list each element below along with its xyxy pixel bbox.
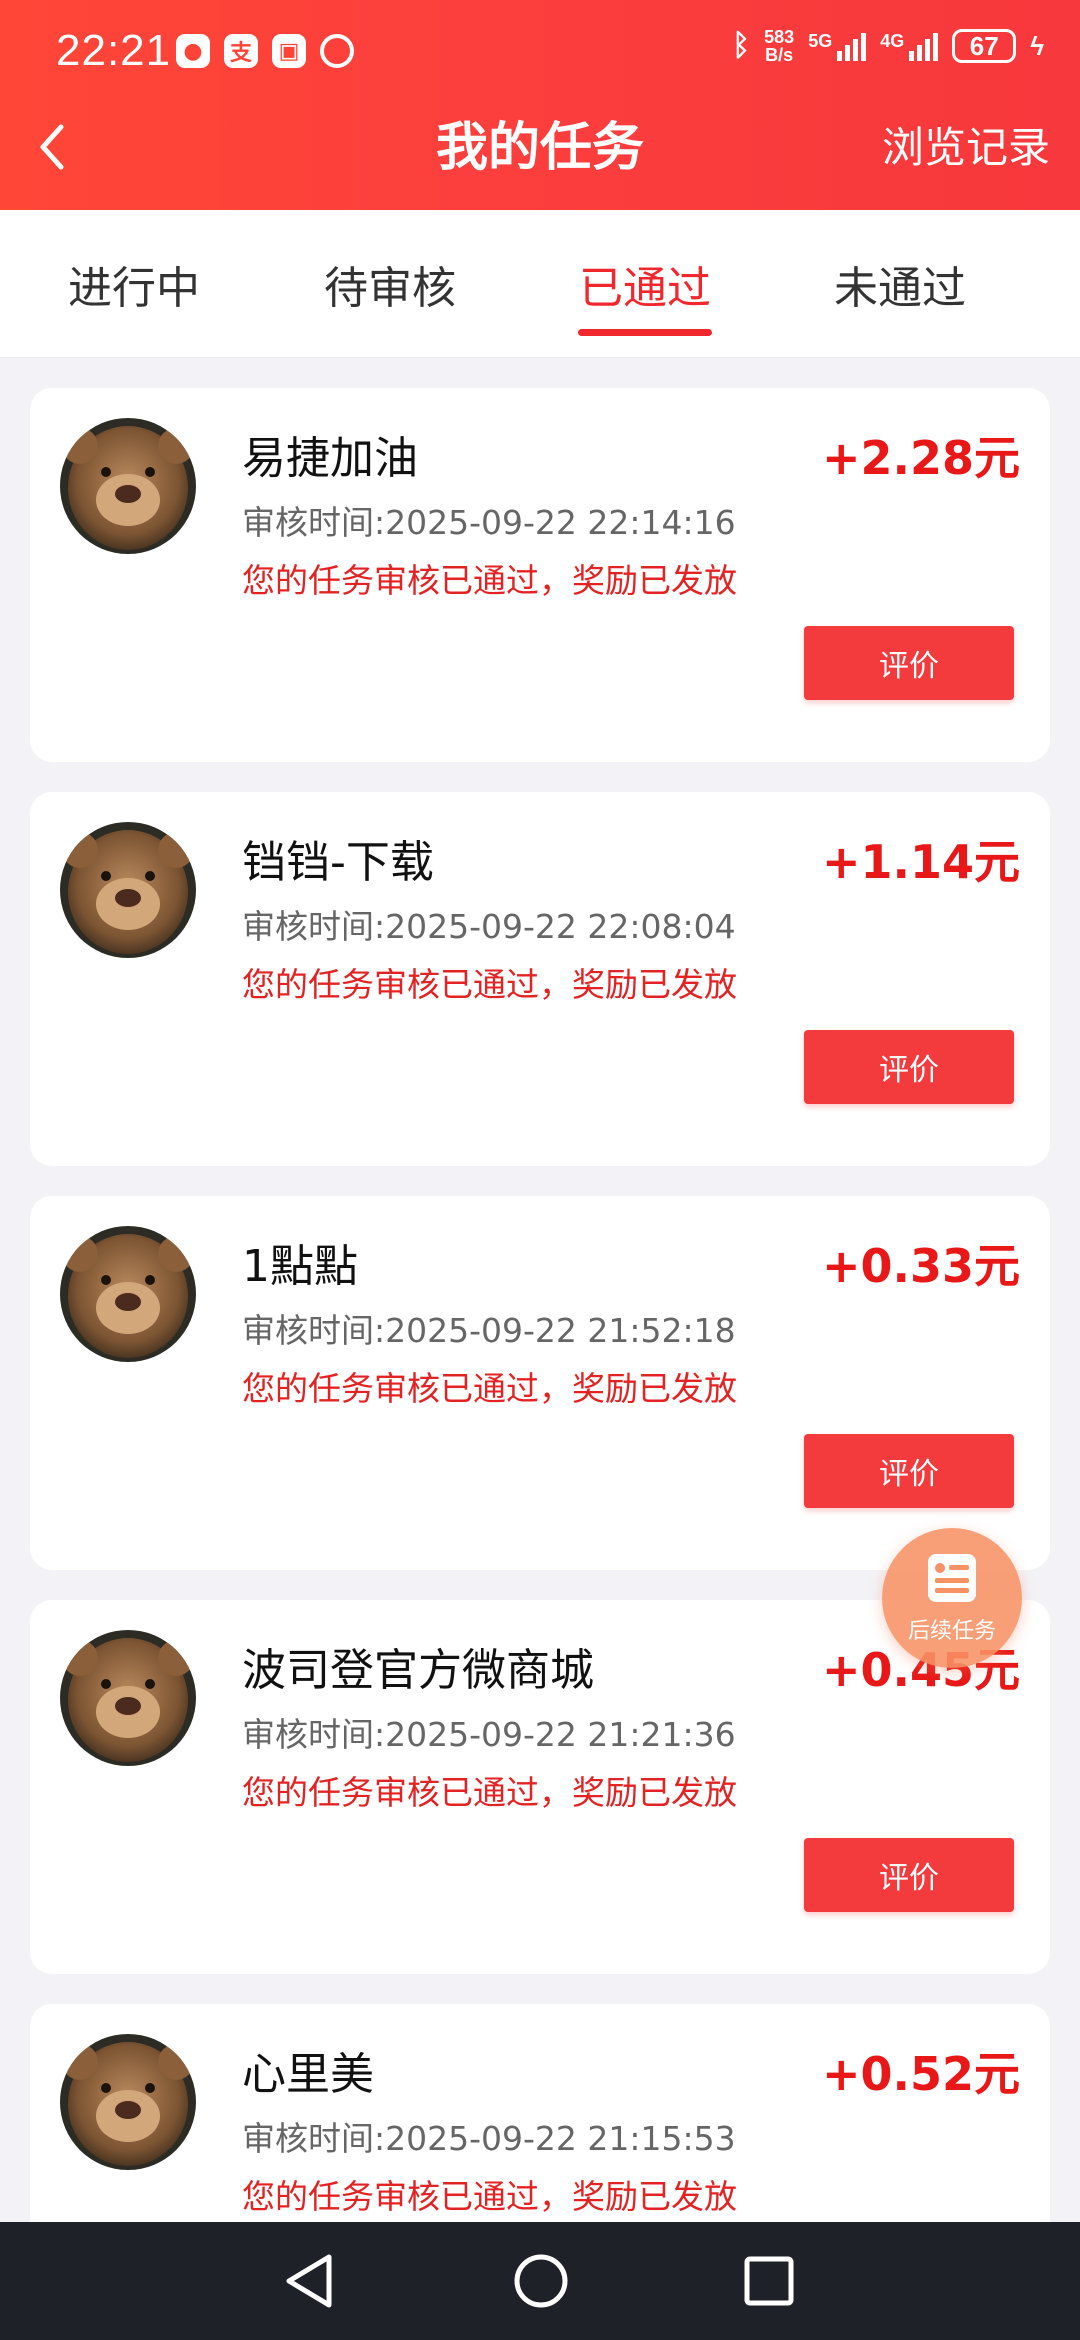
status-message: 您的任务审核已通过，奖励已发放 [242,2177,737,2216]
nav-home-button[interactable] [506,2246,576,2316]
history-button[interactable]: 浏览记录 [882,96,1050,200]
avatar [60,822,196,958]
task-card[interactable]: 波司登官方微商城 +0.45元 审核时间:2025-09-22 21:21:36… [30,1600,1050,1974]
status-right: ᛒ 583 B/s 5G 4G 67 ϟ [732,28,1044,64]
review-time: 审核时间:2025-09-22 21:15:53 [242,2119,736,2158]
reward-amount: +2.28元 [821,431,1020,485]
status-time: 22:21 [56,26,172,75]
briefcase-icon: ▣ [272,34,306,68]
tab-pending-review[interactable]: 待审核 [262,210,518,358]
reward-amount: +0.52元 [821,2047,1020,2101]
status-message: 您的任务审核已通过，奖励已发放 [242,1773,737,1812]
battery-icon: 67 [952,29,1017,63]
task-name: 铛铛-下载 [242,837,434,888]
task-name: 1點點 [242,1241,358,1292]
nav-recents-button[interactable] [734,2246,804,2316]
avatar [60,418,196,554]
list-card-icon [928,1554,976,1602]
task-card[interactable]: 铛铛-下载 +1.14元 审核时间:2025-09-22 22:08:04 您的… [30,792,1050,1166]
task-card[interactable]: 1點點 +0.33元 审核时间:2025-09-22 21:52:18 您的任务… [30,1196,1050,1570]
tab-bar: 进行中 待审核 已通过 未通过 [0,210,1080,358]
bear-avatar-icon [60,822,196,958]
bear-avatar-icon [60,1630,196,1766]
bluetooth-icon: ᛒ [732,29,751,62]
status-message: 您的任务审核已通过，奖励已发放 [242,965,737,1004]
review-time: 审核时间:2025-09-22 22:14:16 [242,503,736,542]
status-message: 您的任务审核已通过，奖励已发放 [242,1369,737,1408]
nav-back-button[interactable] [274,2246,344,2316]
bear-avatar-icon [60,418,196,554]
app-notification-icon: ● [176,34,210,68]
notification-icons: ● 支 ▣ [176,34,354,68]
system-nav-bar [0,2222,1080,2340]
status-message: 您的任务审核已通过，奖励已发放 [242,561,737,600]
task-card[interactable]: 易捷加油 +2.28元 审核时间:2025-09-22 22:14:16 您的任… [30,388,1050,762]
review-time: 审核时间:2025-09-22 22:08:04 [242,907,736,946]
active-tab-indicator [578,329,712,336]
app-header: 22:21 ● 支 ▣ ᛒ 583 B/s 5G 4G 67 ϟ 我的任务 浏览… [0,0,1080,210]
bear-avatar-icon [60,2034,196,2170]
rate-button[interactable]: 评价 [804,1838,1014,1912]
avatar [60,1630,196,1766]
bear-avatar-icon [60,1226,196,1362]
fab-label: 后续任务 [907,1619,996,1644]
signal-sim1-icon: 5G [808,31,867,61]
rate-button[interactable]: 评价 [804,1434,1014,1508]
rate-button[interactable]: 评价 [804,626,1014,700]
review-time: 审核时间:2025-09-22 21:21:36 [242,1715,736,1754]
signal-sim2-icon: 4G [880,31,939,61]
triangle-back-icon [286,2254,332,2308]
nav-bar: 我的任务 浏览记录 [0,96,1080,210]
avatar [60,2034,196,2170]
net-speed: 583 B/s [764,27,795,65]
status-bar: 22:21 ● 支 ▣ ᛒ 583 B/s 5G 4G 67 ϟ [0,0,1080,96]
task-name: 心里美 [242,2049,374,2100]
square-recents-icon [744,2256,794,2306]
charging-icon: ϟ [1030,30,1044,61]
task-name: 波司登官方微商城 [242,1645,594,1696]
review-time: 审核时间:2025-09-22 21:52:18 [242,1311,736,1350]
reward-amount: +1.14元 [821,835,1020,889]
rate-button[interactable]: 评价 [804,1030,1014,1104]
reward-amount: +0.33元 [821,1239,1020,1293]
tab-rejected[interactable]: 未通过 [772,210,1028,358]
alipay-icon: 支 [224,34,258,68]
follow-up-tasks-button[interactable]: 后续任务 [882,1528,1022,1668]
tab-approved[interactable]: 已通过 [517,210,773,358]
task-name: 易捷加油 [242,433,418,484]
circle-home-icon [514,2254,568,2308]
alarm-icon [320,34,354,68]
tab-in-progress[interactable]: 进行中 [6,210,262,358]
avatar [60,1226,196,1362]
